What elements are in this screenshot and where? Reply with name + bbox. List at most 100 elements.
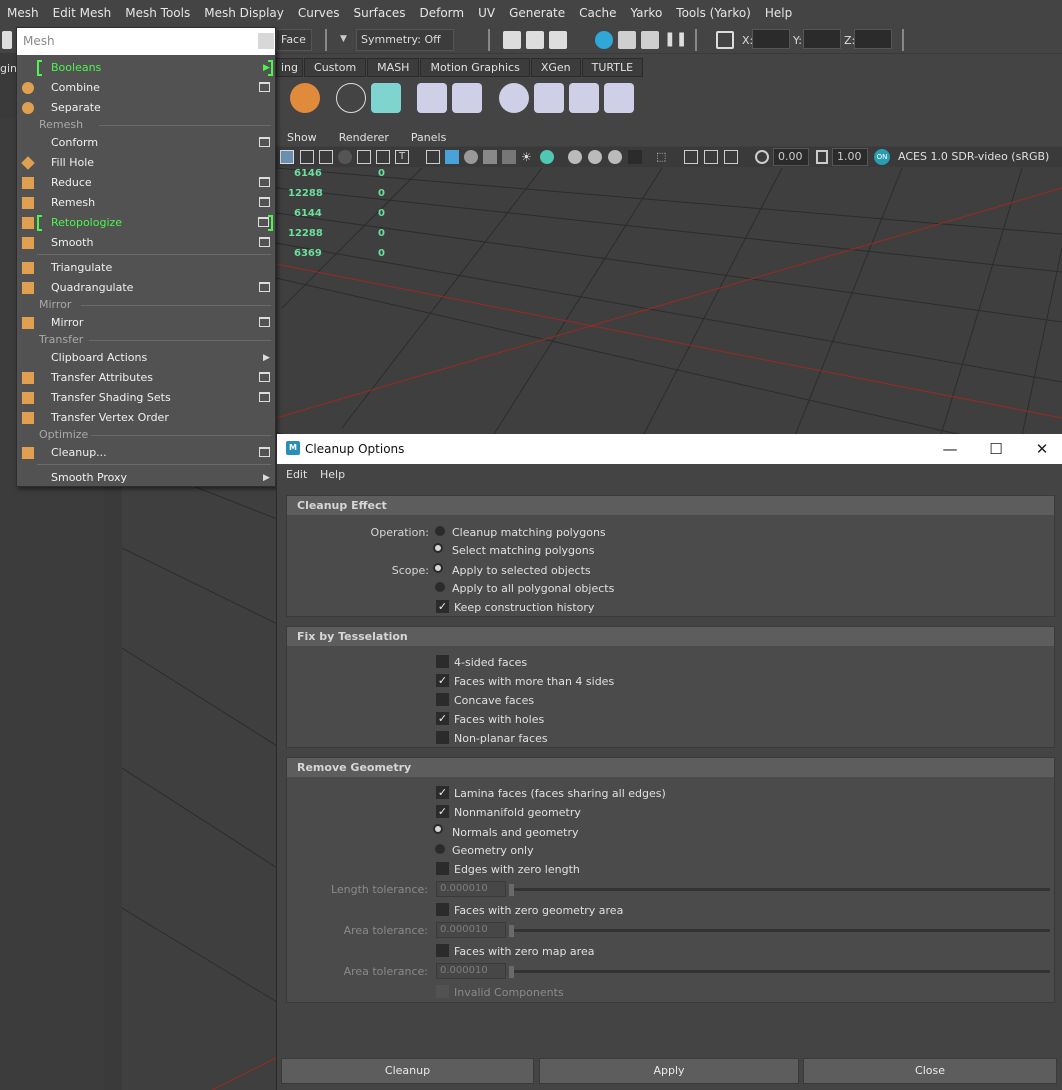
close-window-button[interactable]: ✕ <box>1019 434 1062 464</box>
grid-toggle-icon[interactable] <box>280 150 294 164</box>
character-icon[interactable] <box>452 83 482 113</box>
option-box-icon[interactable] <box>259 197 270 207</box>
menu-yarko[interactable]: Yarko <box>623 6 669 20</box>
close-button[interactable]: Close <box>803 1058 1057 1084</box>
tear-off-icon[interactable] <box>258 33 274 49</box>
checkbox-lamina[interactable]: ✓ <box>436 786 449 799</box>
isolate-select-icon[interactable]: ⬚ <box>656 150 670 164</box>
menu-generate[interactable]: Generate <box>502 6 572 20</box>
slider-thumb[interactable] <box>509 925 514 937</box>
area-tolerance-input[interactable]: 0.000010 <box>436 922 506 938</box>
xray-components-icon[interactable] <box>724 150 738 164</box>
gate-mask-icon[interactable] <box>338 150 352 164</box>
menu-item-booleans[interactable]: Booleans ▶ <box>17 58 275 78</box>
transform-lock-icon[interactable] <box>716 31 734 49</box>
checkbox-keep-history[interactable]: ✓ <box>436 600 449 613</box>
menu-deform[interactable]: Deform <box>412 6 471 20</box>
checkbox-concave[interactable] <box>436 693 449 706</box>
shadows-icon[interactable] <box>540 150 554 164</box>
render-frame-icon[interactable] <box>526 31 544 49</box>
menu-surfaces[interactable]: Surfaces <box>347 6 413 20</box>
particles-icon[interactable] <box>336 83 366 113</box>
xray-icon[interactable] <box>684 150 698 164</box>
minimize-button[interactable]: — <box>927 434 973 464</box>
menu-item-reduce[interactable]: Reduce <box>17 173 275 193</box>
depth-of-field-icon[interactable] <box>628 150 642 164</box>
option-box-icon[interactable] <box>259 177 270 187</box>
viewport-menu-panels[interactable]: Panels <box>400 131 457 144</box>
image-tool-icon[interactable] <box>417 83 447 113</box>
option-box-icon[interactable] <box>259 137 270 147</box>
hypershade-icon[interactable] <box>595 31 613 49</box>
slider-thumb[interactable] <box>509 966 514 978</box>
snapshot-icon[interactable] <box>641 31 659 49</box>
symmetry-dropdown[interactable]: Symmetry: Off <box>356 29 454 51</box>
wireframe-icon[interactable] <box>426 150 440 164</box>
tab-mash[interactable]: MASH <box>367 58 420 77</box>
menu-help[interactable]: Help <box>758 6 799 20</box>
resolution-gate-icon[interactable] <box>319 150 333 164</box>
film-gate-icon[interactable] <box>300 150 314 164</box>
menu-item-separate[interactable]: Separate <box>17 98 275 118</box>
render-settings-icon[interactable] <box>618 31 636 49</box>
menu-item-retopologize[interactable]: Retopologize <box>17 213 275 233</box>
mesh-tool-icon[interactable] <box>569 83 599 113</box>
motion-blur-icon[interactable] <box>588 150 602 164</box>
tab-xgen[interactable]: XGen <box>530 58 581 77</box>
menu-mesh-display[interactable]: Mesh Display <box>197 6 291 20</box>
menu-item-transfer-attributes[interactable]: Transfer Attributes <box>17 368 275 388</box>
lighting-icon[interactable]: ☀ <box>521 150 535 164</box>
tab-partial[interactable]: ing <box>276 58 304 77</box>
exposure-icon[interactable] <box>755 150 769 164</box>
menu-tools-yarko[interactable]: Tools (Yarko) <box>669 6 758 20</box>
length-tolerance-input[interactable]: 0.000010 <box>436 881 506 897</box>
ambient-occlusion-icon[interactable] <box>568 150 582 164</box>
field-chart-icon[interactable] <box>357 150 371 164</box>
safe-title-icon[interactable]: T <box>395 150 409 164</box>
radio-scope-all[interactable] <box>435 582 445 592</box>
slider-track[interactable] <box>511 888 1050 891</box>
checkbox-invalid-components[interactable] <box>436 985 449 998</box>
menu-item-smooth-proxy[interactable]: Smooth Proxy ▶ <box>17 468 275 488</box>
checkbox-zero-length-edges[interactable] <box>436 862 449 875</box>
select-tool-icon[interactable] <box>2 31 12 49</box>
option-box-icon[interactable] <box>259 392 270 402</box>
dialog-menu-edit[interactable]: Edit <box>286 468 307 481</box>
dialog-menu-help[interactable]: Help <box>320 468 345 481</box>
menu-edit-mesh[interactable]: Edit Mesh <box>46 6 119 20</box>
textured-icon[interactable] <box>483 150 497 164</box>
radio-geometry-only[interactable] <box>435 844 445 854</box>
checkbox-nonmanifold[interactable]: ✓ <box>436 805 449 818</box>
menu-item-mirror[interactable]: Mirror <box>17 313 275 333</box>
mesh-tool-icon[interactable] <box>499 83 529 113</box>
dialog-titlebar[interactable]: M Cleanup Options — ☐ ✕ <box>277 434 1062 464</box>
tab-motion-graphics[interactable]: Motion Graphics <box>420 58 530 77</box>
render-view-icon[interactable] <box>503 31 521 49</box>
radio-normals-and-geometry[interactable] <box>433 824 443 834</box>
menu-item-clipboard-actions[interactable]: Clipboard Actions ▶ <box>17 348 275 368</box>
menu-uv[interactable]: UV <box>471 6 502 20</box>
slider-thumb[interactable] <box>509 884 514 896</box>
tab-turtle[interactable]: TURTLE <box>581 58 644 77</box>
ipr-render-icon[interactable] <box>549 31 567 49</box>
gamma-input[interactable]: 1.00 <box>832 148 868 166</box>
checkbox-holes[interactable]: ✓ <box>436 712 449 725</box>
selection-mode-dropdown[interactable]: Face <box>276 29 312 51</box>
option-box-icon[interactable] <box>259 237 270 247</box>
radio-scope-selected[interactable] <box>433 563 443 573</box>
shelf-tool-icon[interactable] <box>290 83 320 113</box>
checkbox-non-planar[interactable] <box>436 731 449 744</box>
option-box-icon[interactable] <box>259 82 270 92</box>
menu-item-remesh[interactable]: Remesh <box>17 193 275 213</box>
eraser-icon[interactable] <box>604 83 634 113</box>
menu-item-quadrangulate[interactable]: Quadrangulate <box>17 278 275 298</box>
view-transform-label[interactable]: ACES 1.0 SDR-video (sRGB) <box>898 150 1049 163</box>
frame-header[interactable]: Fix by Tesselation <box>287 627 1054 646</box>
smooth-shade-icon[interactable] <box>445 150 459 164</box>
maximize-button[interactable]: ☐ <box>973 434 1019 464</box>
checker-icon[interactable] <box>502 150 516 164</box>
menu-item-combine[interactable]: Combine <box>17 78 275 98</box>
gamma-icon[interactable] <box>816 150 828 164</box>
menu-item-smooth[interactable]: Smooth <box>17 233 275 253</box>
radio-op-select[interactable] <box>433 543 443 553</box>
